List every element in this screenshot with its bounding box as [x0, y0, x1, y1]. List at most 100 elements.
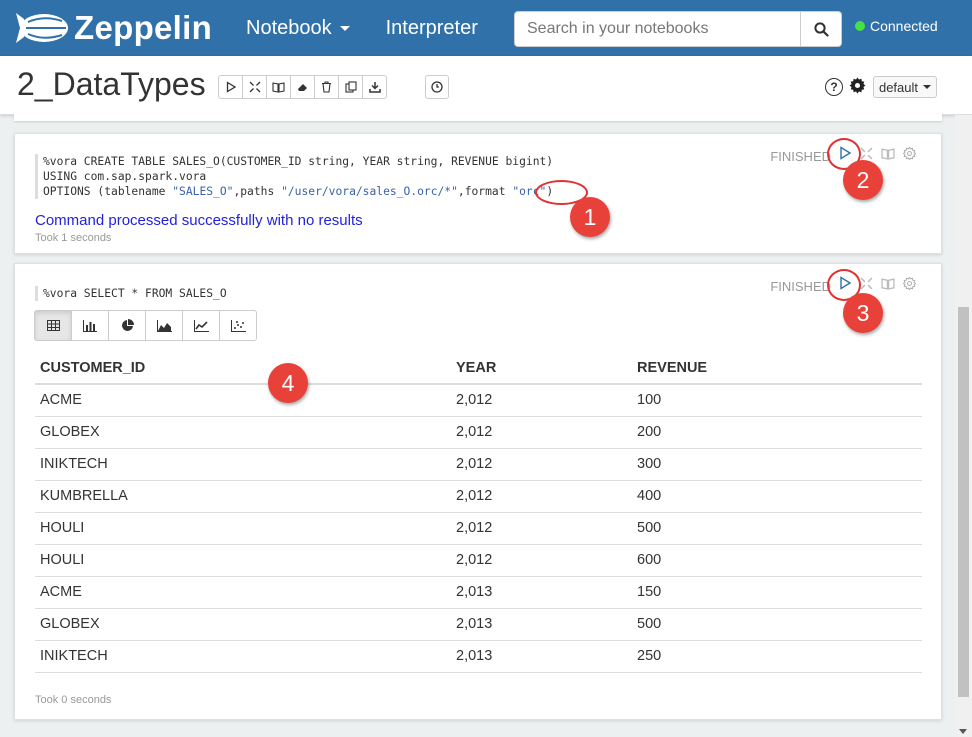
annotation-badge-1: 1	[570, 197, 610, 237]
table-row: KUMBRELLA 2,012 400	[35, 480, 922, 513]
interpreter-link[interactable]: Interpreter	[386, 17, 478, 40]
table-cell: 2,012	[451, 416, 632, 449]
book-icon	[881, 277, 895, 290]
scroll-down-arrow-icon[interactable]	[959, 729, 967, 734]
table-cell: ACME	[35, 576, 451, 609]
download-icon	[368, 82, 381, 93]
page-scrollbar[interactable]	[955, 115, 972, 737]
search-input[interactable]	[514, 11, 801, 47]
table-view-button[interactable]	[34, 310, 72, 341]
paragraph-settings-button[interactable]	[903, 276, 916, 290]
notebook-menu-label: Notebook	[246, 16, 332, 39]
table-cell: HOULI	[35, 544, 451, 577]
table-cell: 500	[632, 512, 922, 545]
search-icon	[813, 21, 829, 37]
chevron-down-icon	[923, 85, 932, 89]
toggle-editor-button[interactable]	[860, 147, 873, 160]
trash-icon	[322, 81, 331, 93]
clone-notebook-button[interactable]	[338, 75, 363, 99]
table-cell: 2,013	[451, 640, 632, 673]
gear-icon[interactable]	[849, 77, 866, 94]
column-header[interactable]: REVENUE	[632, 352, 922, 385]
code-line: %vora CREATE TABLE SALES_O(CUSTOMER_ID s…	[43, 155, 554, 168]
table-cell: 2,012	[451, 384, 632, 417]
search-button[interactable]	[801, 11, 842, 47]
column-header[interactable]: CUSTOMER_ID	[35, 352, 451, 385]
delete-notebook-button[interactable]	[314, 75, 339, 99]
export-notebook-button[interactable]	[362, 75, 387, 99]
clone-icon	[344, 81, 357, 93]
interpreter-binding-dropdown[interactable]: default	[873, 76, 937, 98]
table-cell: 250	[632, 640, 922, 673]
brand[interactable]: Zeppelin	[14, 9, 228, 47]
table-cell: 100	[632, 384, 922, 417]
annotation-badge-3: 3	[843, 293, 883, 333]
pie-chart-button[interactable]	[108, 310, 146, 341]
area-chart-button[interactable]	[145, 310, 183, 341]
notebook-title[interactable]: 2_DataTypes	[17, 66, 206, 103]
paragraph-settings-button[interactable]	[903, 146, 916, 160]
code-token: ,format	[457, 185, 513, 198]
table-cell: GLOBEX	[35, 608, 451, 641]
zeppelin-logo-icon	[16, 13, 68, 43]
code-editor[interactable]: %vora CREATE TABLE SALES_O(CUSTOMER_ID s…	[35, 154, 553, 199]
brand-name: Zeppelin	[74, 9, 213, 46]
scatter-chart-button[interactable]	[219, 310, 257, 341]
table-cell: 2,013	[451, 576, 632, 609]
toggle-output-button[interactable]	[266, 75, 291, 99]
column-header[interactable]: YEAR	[451, 352, 632, 385]
table-icon	[46, 320, 60, 331]
top-navbar: Zeppelin Notebook Interpreter Connected	[0, 0, 972, 56]
toggle-output-button[interactable]	[881, 277, 895, 290]
paragraph-status: FINISHED	[770, 279, 831, 294]
toggle-output-button[interactable]	[881, 147, 895, 160]
code-string: "/user/vora/sales_O.orc/*"	[281, 185, 458, 198]
schedule-button[interactable]	[425, 75, 449, 99]
interpreter-link-label: Interpreter	[385, 16, 478, 39]
table-cell: INIKTECH	[35, 640, 451, 673]
connection-status: Connected	[855, 18, 938, 34]
table-cell: 500	[632, 608, 922, 641]
book-icon	[881, 147, 895, 160]
table-cell: GLOBEX	[35, 416, 451, 449]
notebook-toolbar	[218, 75, 387, 99]
area-chart-icon	[156, 319, 172, 332]
status-dot-icon	[855, 21, 865, 31]
table-cell: 2,012	[451, 544, 632, 577]
result-table: CUSTOMER_ID YEAR REVENUE ACME 2,012 100 GL…	[35, 352, 922, 673]
code-string: "SALES_O"	[172, 185, 234, 198]
table-row: GLOBEX 2,012 200	[35, 416, 922, 449]
line-chart-button[interactable]	[182, 310, 220, 341]
code-line: OPTIONS (tablename "SALES_O",paths "/use…	[43, 185, 553, 198]
table-cell: INIKTECH	[35, 448, 451, 481]
scrollbar-thumb[interactable]	[958, 307, 969, 697]
paragraph-select: %vora SELECT * FROM SALES_O FINISHED CUS…	[14, 263, 942, 720]
clear-output-button[interactable]	[290, 75, 315, 99]
visualization-switcher	[34, 310, 257, 341]
code-editor[interactable]: %vora SELECT * FROM SALES_O	[35, 286, 227, 301]
toggle-editor-button[interactable]	[860, 277, 873, 290]
gear-icon	[903, 146, 916, 160]
bar-chart-button[interactable]	[71, 310, 109, 341]
play-icon	[226, 81, 236, 93]
table-cell: 2,012	[451, 480, 632, 513]
pie-chart-icon	[121, 319, 134, 331]
table-cell: 2,012	[451, 448, 632, 481]
execution-time: Took 0 seconds	[35, 694, 112, 706]
connection-status-label: Connected	[870, 18, 938, 34]
code-token: OPTIONS (tablename	[43, 185, 173, 198]
table-row: GLOBEX 2,013 500	[35, 608, 922, 641]
table-cell: 2,012	[451, 512, 632, 545]
toggle-code-button[interactable]	[242, 75, 267, 99]
interpreter-binding-label: default	[878, 79, 919, 95]
eraser-icon	[297, 84, 307, 91]
table-cell: KUMBRELLA	[35, 480, 451, 513]
help-icon[interactable]: ?	[825, 78, 843, 96]
notebook-menu[interactable]: Notebook	[246, 17, 350, 40]
result-message: Command processed successfully with no r…	[35, 212, 363, 229]
run-all-button[interactable]	[218, 75, 243, 99]
gear-icon	[903, 276, 916, 290]
table-cell: 150	[632, 576, 922, 609]
notebook-header: 2_DataTypes ? default	[0, 56, 972, 115]
code-line: USING com.sap.spark.vora	[43, 170, 207, 183]
